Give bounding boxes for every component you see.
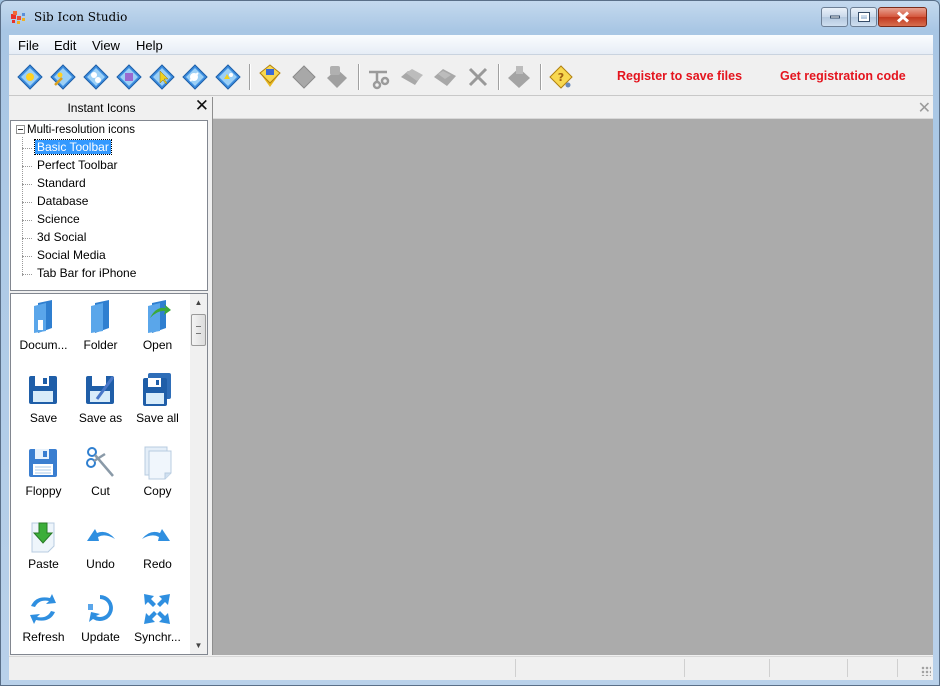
toolbar-separator [249, 64, 251, 90]
save-as-icon [86, 376, 115, 404]
refresh-icon [30, 594, 56, 624]
paste-button[interactable] [431, 63, 459, 91]
new-from-folder-button[interactable] [214, 63, 242, 91]
panel-header: Instant Icons ✕ [9, 96, 210, 119]
gallery-item-cut[interactable]: Cut [72, 440, 129, 510]
scroll-up-icon[interactable]: ▲ [190, 294, 207, 311]
svg-text:?: ? [558, 71, 564, 84]
gallery-item-document[interactable]: Docum... [15, 294, 72, 364]
gallery-item-open[interactable]: Open [129, 294, 186, 364]
app-window: Sib Icon Studio File Edit View Help ? Re… [0, 0, 940, 686]
tree-root-node[interactable]: Multi-resolution icons [16, 124, 135, 136]
copy-icon [144, 446, 172, 480]
document-tab-strip: ✕ [213, 97, 933, 119]
status-pane [684, 659, 685, 677]
gallery-item-synchronize[interactable]: Synchr... [129, 586, 186, 654]
menu-view[interactable]: View [92, 38, 120, 53]
menu-file[interactable]: File [18, 38, 39, 53]
delete-button[interactable] [464, 63, 492, 91]
toolbar-separator [540, 64, 542, 90]
new-from-image-button[interactable] [49, 63, 77, 91]
menu-edit[interactable]: Edit [54, 38, 76, 53]
gallery-item-update[interactable]: Update [72, 586, 129, 654]
status-pane [515, 659, 516, 677]
floppy-icon [29, 449, 57, 477]
menu-bar: File Edit View Help [9, 35, 933, 55]
copy-button[interactable] [398, 63, 426, 91]
paste-icon [31, 522, 55, 553]
maximize-icon [857, 12, 870, 22]
get-registration-code-link[interactable]: Get registration code [780, 69, 906, 83]
gallery-item-folder[interactable]: Folder [72, 294, 129, 364]
close-icon [896, 11, 909, 23]
gallery-item-paste[interactable]: Paste [15, 513, 72, 583]
resize-grip[interactable] [921, 666, 931, 676]
close-button[interactable] [878, 7, 927, 27]
instant-icons-panel: Instant Icons ✕ Multi-resolution icons B… [9, 96, 210, 655]
gallery-item-save-all[interactable]: Save all [129, 367, 186, 437]
collapse-icon[interactable] [16, 125, 25, 134]
cut-button[interactable] [365, 63, 393, 91]
status-pane [847, 659, 848, 677]
print-button[interactable] [505, 63, 533, 91]
register-link[interactable]: Register to save files [617, 69, 742, 83]
gallery-item-save-as[interactable]: Save as [72, 367, 129, 437]
gallery-item-redo[interactable]: Redo [129, 513, 186, 583]
toolbar-separator [358, 64, 360, 90]
new-icon-button[interactable] [16, 63, 44, 91]
icon-set-tree: Multi-resolution icons Basic Toolbar Per… [10, 120, 208, 291]
save-all-icon [143, 373, 171, 406]
minimize-button[interactable] [821, 7, 848, 27]
status-pane [897, 659, 898, 677]
gallery-item-copy[interactable]: Copy [129, 440, 186, 510]
scissors-icon [86, 447, 114, 477]
new-animated-cursor-button[interactable] [181, 63, 209, 91]
toolbar: ? Register to save files Get registratio… [9, 56, 933, 96]
toolbar-separator [498, 64, 500, 90]
save-file-button[interactable] [290, 63, 318, 91]
save-icon [29, 376, 57, 404]
open-file-button[interactable] [256, 63, 284, 91]
open-folder-icon [148, 300, 171, 333]
maximize-button[interactable] [850, 7, 877, 27]
panel-close-icon[interactable]: ✕ [195, 96, 209, 116]
redo-icon [142, 529, 170, 541]
close-document-icon[interactable]: ✕ [918, 98, 931, 118]
icon-gallery: Docum... Folder Open Save Save as Save a… [10, 293, 208, 655]
save-as-button[interactable] [323, 63, 351, 91]
minimize-icon [829, 15, 840, 19]
panel-title: Instant Icons [67, 101, 136, 115]
client-area: File Edit View Help ? Register to save f… [9, 35, 933, 680]
title-bar[interactable]: Sib Icon Studio [1, 1, 939, 35]
help-button[interactable]: ? [547, 63, 575, 91]
gallery-item-save[interactable]: Save [15, 367, 72, 437]
gallery-item-floppy[interactable]: Floppy [15, 440, 72, 510]
menu-help[interactable]: Help [136, 38, 163, 53]
new-icon-library-button[interactable] [82, 63, 110, 91]
workspace-area: ✕ [212, 97, 933, 655]
gallery-item-undo[interactable]: Undo [72, 513, 129, 583]
app-logo-icon [11, 11, 25, 24]
document-folder-icon [34, 300, 52, 333]
scroll-down-icon[interactable]: ▼ [190, 637, 207, 654]
undo-icon [87, 529, 115, 541]
gallery-scrollbar[interactable]: ▲ ▼ [190, 294, 207, 654]
window-title: Sib Icon Studio [34, 10, 128, 24]
new-from-screenshot-button[interactable] [115, 63, 143, 91]
new-cursor-button[interactable] [148, 63, 176, 91]
folder-icon [91, 300, 109, 333]
status-pane [769, 659, 770, 677]
scrollbar-thumb[interactable] [191, 314, 206, 346]
gallery-item-refresh[interactable]: Refresh [15, 586, 72, 654]
synchronize-icon [144, 594, 170, 624]
status-bar [9, 656, 933, 678]
tree-root-label: Multi-resolution icons [27, 124, 136, 136]
update-icon [88, 595, 113, 622]
